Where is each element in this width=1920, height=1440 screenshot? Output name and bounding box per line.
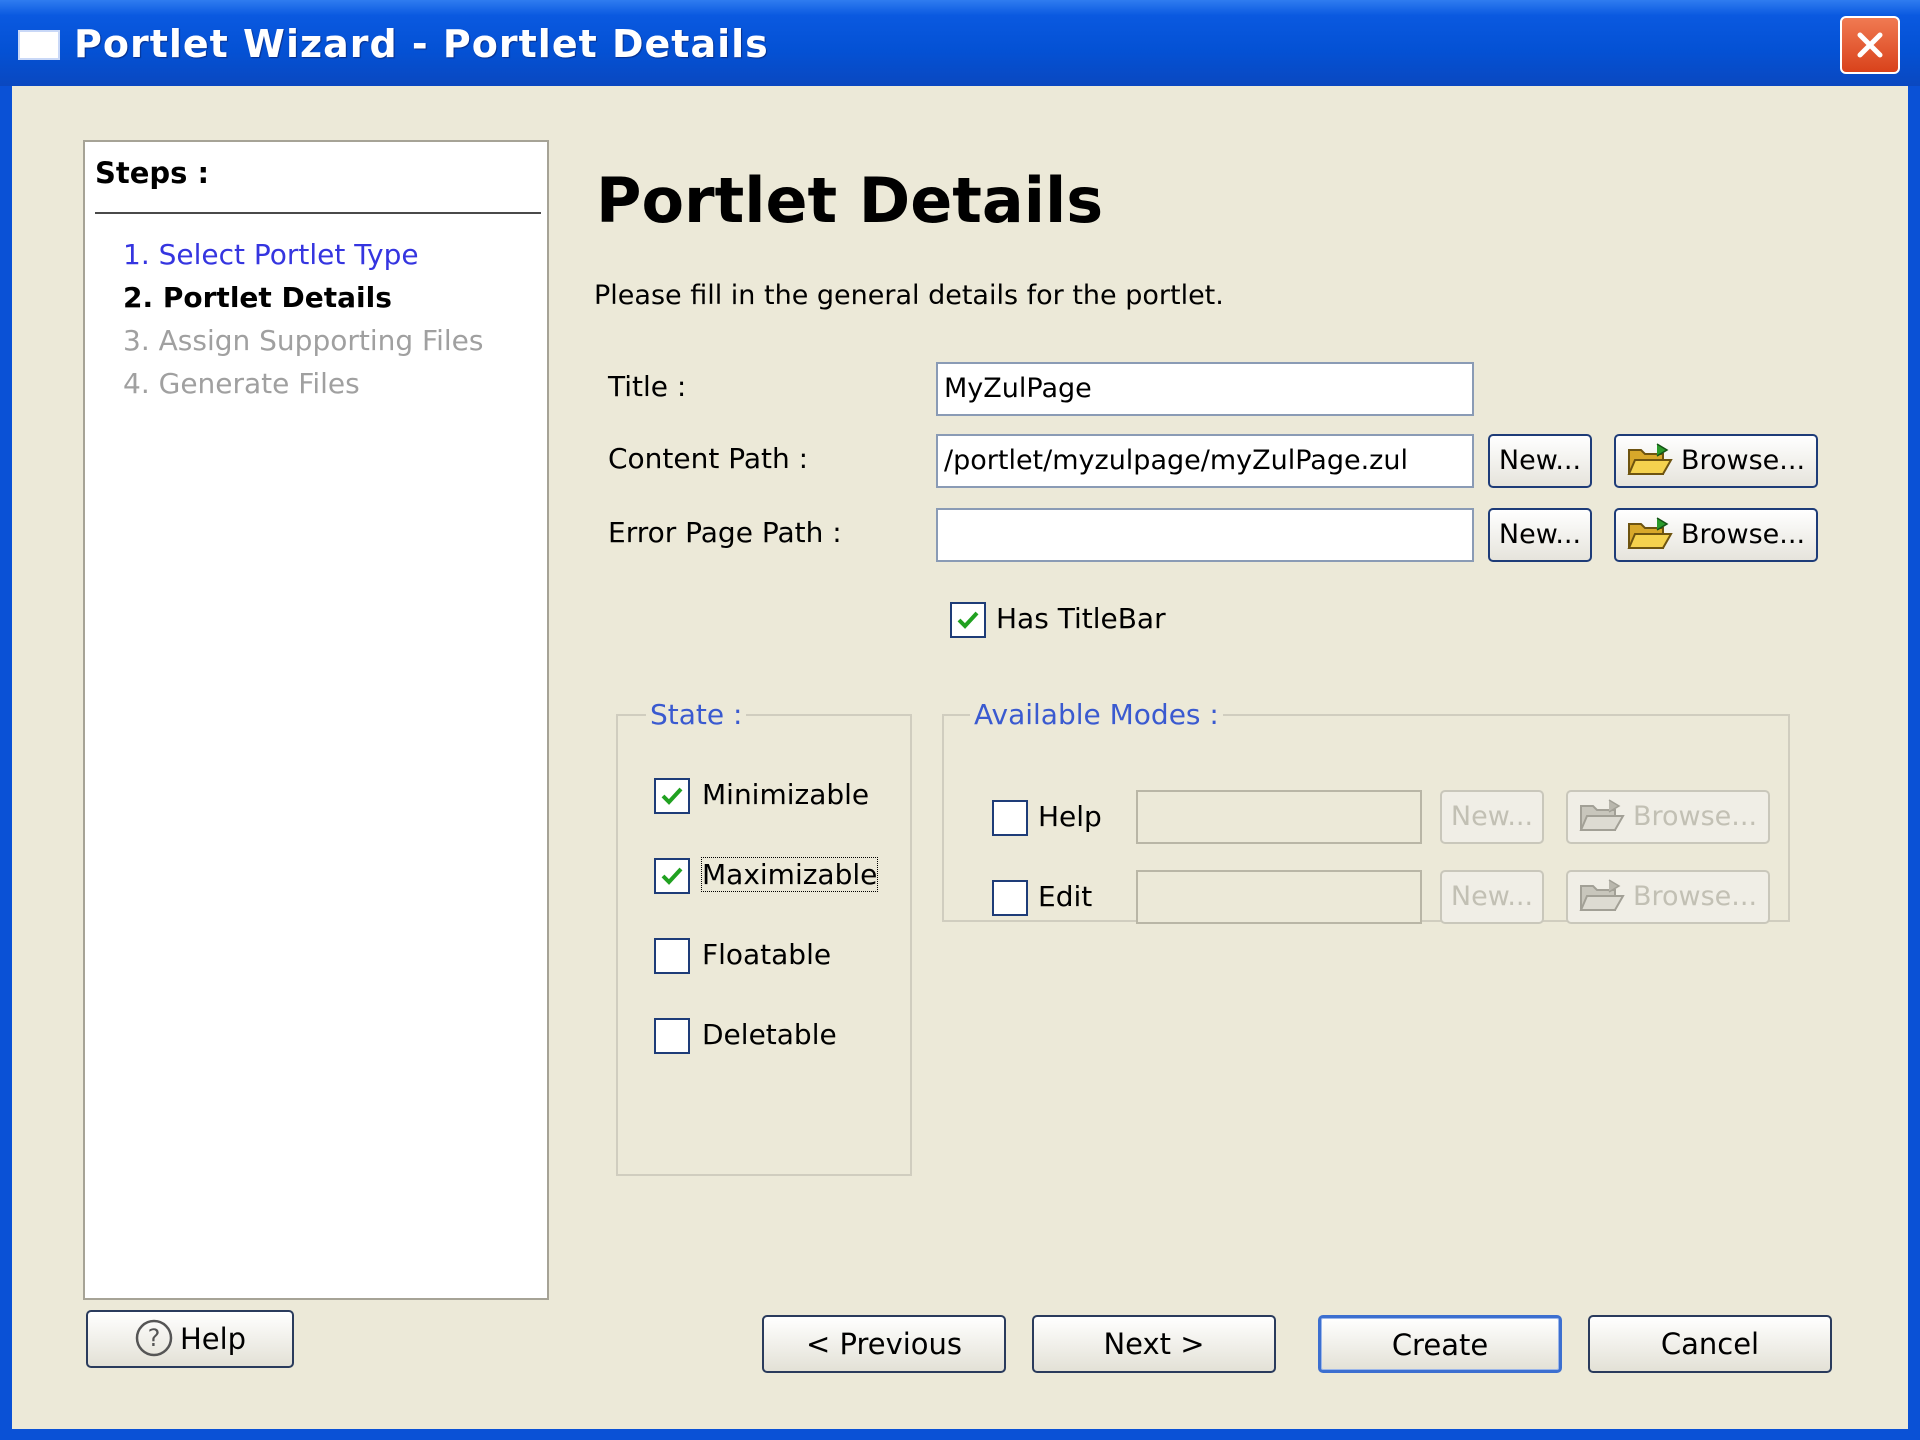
create-button[interactable]: Create <box>1318 1315 1562 1373</box>
step-select-portlet-type[interactable]: 1. Select Portlet Type <box>123 238 419 271</box>
browse-label: Browse... <box>1632 881 1758 912</box>
error-page-new-button[interactable]: New... <box>1488 508 1592 562</box>
title-label: Title : <box>608 370 687 403</box>
step-portlet-details: 2. Portlet Details <box>123 281 392 314</box>
close-button[interactable] <box>1840 16 1900 74</box>
step-assign-supporting-files: 3. Assign Supporting Files <box>123 324 484 357</box>
previous-button[interactable]: < Previous <box>762 1315 1006 1373</box>
title-input[interactable]: MyZulPage <box>936 362 1474 416</box>
help-mode-browse-button[interactable]: Browse... <box>1566 790 1770 844</box>
minimizable-checkbox[interactable] <box>654 778 690 814</box>
content-path-label: Content Path : <box>608 442 809 475</box>
steps-panel: Steps : 1. Select Portlet Type 2. Portle… <box>83 140 549 1300</box>
page-title: Portlet Details <box>596 164 1104 237</box>
help-mode-label[interactable]: Help <box>1038 800 1102 833</box>
state-group-title: State : <box>646 698 747 731</box>
help-button-label: Help <box>179 1322 247 1356</box>
page-subtitle: Please fill in the general details for t… <box>594 280 1224 311</box>
checkmark-icon <box>661 787 683 805</box>
window-icon <box>18 30 60 60</box>
error-page-path-label: Error Page Path : <box>608 516 842 549</box>
edit-mode-label[interactable]: Edit <box>1038 880 1092 913</box>
minimizable-label[interactable]: Minimizable <box>702 778 869 811</box>
edit-mode-checkbox[interactable] <box>992 880 1028 916</box>
checkmark-icon <box>661 867 683 885</box>
browse-label: Browse... <box>1680 519 1806 550</box>
help-mode-new-button[interactable]: New... <box>1440 790 1544 844</box>
close-icon <box>1857 32 1883 58</box>
content-path-input[interactable]: /portlet/myzulpage/myZulPage.zul <box>936 434 1474 488</box>
has-titlebar-label[interactable]: Has TitleBar <box>996 602 1166 635</box>
open-folder-icon <box>1579 878 1625 911</box>
floatable-checkbox[interactable] <box>654 938 690 974</box>
edit-mode-new-button[interactable]: New... <box>1440 870 1544 924</box>
svg-text:?: ? <box>148 1324 161 1352</box>
edit-mode-input[interactable] <box>1136 870 1422 924</box>
title-bar[interactable]: Portlet Wizard - Portlet Details <box>0 0 1920 86</box>
available-modes-title: Available Modes : <box>970 698 1223 731</box>
checkmark-icon <box>957 611 979 629</box>
question-icon: ? <box>135 1319 173 1357</box>
error-page-browse-button[interactable]: Browse... <box>1614 508 1818 562</box>
edit-mode-browse-button[interactable]: Browse... <box>1566 870 1770 924</box>
maximizable-checkbox[interactable] <box>654 858 690 894</box>
open-folder-icon <box>1627 516 1673 549</box>
steps-divider <box>95 212 541 214</box>
steps-heading: Steps : <box>95 156 210 190</box>
floatable-label[interactable]: Floatable <box>702 938 831 971</box>
error-page-path-input[interactable] <box>936 508 1474 562</box>
content-path-browse-button[interactable]: Browse... <box>1614 434 1818 488</box>
has-titlebar-checkbox[interactable] <box>950 602 986 638</box>
maximizable-label[interactable]: Maximizable <box>700 857 879 892</box>
content-path-new-button[interactable]: New... <box>1488 434 1592 488</box>
browse-label: Browse... <box>1680 445 1806 476</box>
help-button[interactable]: ? Help <box>86 1310 294 1368</box>
next-button[interactable]: Next > <box>1032 1315 1276 1373</box>
deletable-label[interactable]: Deletable <box>702 1018 837 1051</box>
dialog-body: Steps : 1. Select Portlet Type 2. Portle… <box>12 86 1908 1429</box>
help-mode-checkbox[interactable] <box>992 800 1028 836</box>
help-mode-input[interactable] <box>1136 790 1422 844</box>
browse-label: Browse... <box>1632 801 1758 832</box>
step-generate-files: 4. Generate Files <box>123 367 360 400</box>
cancel-button[interactable]: Cancel <box>1588 1315 1832 1373</box>
deletable-checkbox[interactable] <box>654 1018 690 1054</box>
wizard-window: Portlet Wizard - Portlet Details Steps :… <box>0 0 1920 1440</box>
open-folder-icon <box>1579 798 1625 831</box>
open-folder-icon <box>1627 442 1673 475</box>
window-title: Portlet Wizard - Portlet Details <box>74 22 769 66</box>
